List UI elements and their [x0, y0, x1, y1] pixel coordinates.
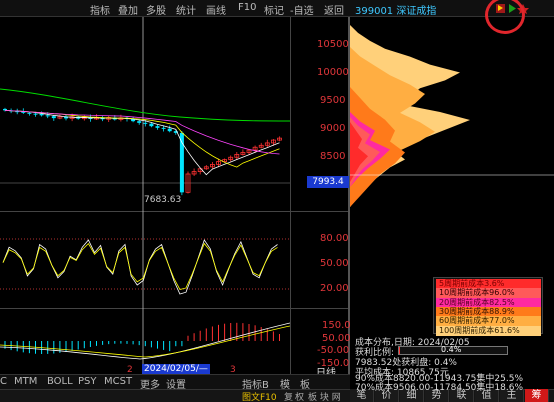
profit-ratio-bar: 0.4%: [398, 345, 508, 355]
kdj-k-line: [2, 239, 278, 295]
candle-body: [45, 115, 50, 117]
candle-body: [39, 113, 44, 116]
status-sector-net[interactable]: 板 块 网: [308, 390, 341, 402]
tab-indicator-c[interactable]: C: [0, 376, 7, 387]
toolbar-stats[interactable]: 统计: [176, 2, 196, 17]
candle-body: [27, 112, 32, 114]
candles-group: [3, 107, 282, 196]
stock-title: 399001 深证成指: [355, 6, 437, 17]
price-axis-label: 9000: [320, 123, 346, 134]
play-icon[interactable]: [509, 4, 516, 13]
star-icon[interactable]: [517, 4, 529, 14]
right-tab-chips[interactable]: 筹: [525, 389, 549, 402]
price-axis-label: 9500: [320, 95, 346, 106]
candle-body: [33, 113, 38, 115]
indicator-tab-bar: C MTM BOLL PSY MCST 更多 设置 指标B 模 板: [0, 374, 350, 391]
status-adjust[interactable]: 复: [284, 390, 293, 402]
macd-axis-label: 50.00: [322, 333, 351, 344]
kdj-axis-label: 50.00: [320, 258, 349, 269]
price-axis-label: 8500: [320, 151, 346, 162]
flag-icon[interactable]: [496, 4, 505, 13]
candle-body: [149, 123, 154, 127]
candle-body: [51, 116, 56, 119]
chip-legend: 5周期前成本3.6% 10周期前成本96.0% 20周期前成本82.5% 30周期前成…: [433, 277, 543, 336]
toolbar-multi-stock[interactable]: 多股: [146, 2, 166, 17]
profit-ratio-value: 0.4%: [441, 345, 462, 354]
macd-group: [0, 322, 290, 360]
kdj-lines-group: [2, 239, 278, 295]
ma-lines-group: [0, 88, 290, 176]
toolbar-draw-line[interactable]: 画线: [206, 2, 226, 17]
toolbar-overlay[interactable]: 叠加: [118, 2, 138, 17]
candle-body: [155, 126, 160, 128]
toolbar-indicator[interactable]: 指标: [90, 2, 110, 17]
candle-body: [143, 122, 148, 124]
toolbar-mark[interactable]: 标记: [264, 2, 284, 17]
current-price-tag: 7993.4: [307, 176, 349, 188]
candle-body: [167, 128, 172, 132]
ma-line-60: [0, 88, 290, 122]
status-adjust-2[interactable]: 权: [295, 390, 304, 402]
macd-axis-label: -50.00: [317, 345, 350, 356]
chip-distribution-chart[interactable]: [350, 17, 554, 277]
axis-separator: [290, 17, 291, 374]
toolbar-back[interactable]: 返回: [324, 2, 344, 17]
price-axis-label: 10500: [317, 39, 349, 50]
tab-boll[interactable]: BOLL: [47, 376, 73, 387]
chart-toolbar: 指标 叠加 多股 统计 画线 F10 标记 -自选 返回: [0, 0, 350, 17]
tab-psy[interactable]: PSY: [78, 376, 97, 387]
toolbar-f10[interactable]: F10: [238, 2, 256, 13]
candle-body: [137, 121, 142, 123]
low-price-annotation: 7683.63: [144, 195, 182, 205]
toolbar-watchlist[interactable]: -自选: [290, 2, 314, 17]
tab-mtm[interactable]: MTM: [14, 376, 37, 387]
status-f10[interactable]: 图文F10: [242, 390, 277, 402]
cost-70: 70%成本9506.00-11784.50集中18.6%: [355, 383, 524, 393]
candle-body: [161, 127, 166, 129]
ma-line-20: [4, 109, 280, 155]
chip-legend-row: 100周期前成本61.6%: [436, 325, 541, 336]
panel-icons: [496, 4, 529, 14]
price-axis-label: 10000: [317, 67, 349, 78]
kdj-axis-label: 80.00: [320, 233, 349, 244]
kdj-axis-label: 20.00: [320, 283, 349, 294]
macd-axis-label: 150.0: [322, 320, 351, 331]
tab-mcst[interactable]: MCST: [104, 376, 132, 387]
